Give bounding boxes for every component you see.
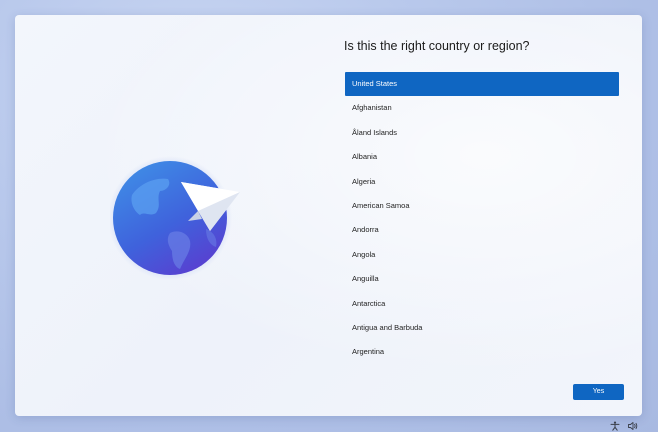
- accessibility-icon[interactable]: [609, 421, 621, 431]
- region-list-item[interactable]: American Samoa: [345, 194, 619, 218]
- region-list-item[interactable]: Afghanistan: [345, 96, 619, 120]
- region-list[interactable]: United States Afghanistan Åland Islands Alb…: [345, 72, 619, 372]
- region-list-item[interactable]: Angola: [345, 243, 619, 267]
- region-list-item[interactable]: Andorra: [345, 218, 619, 242]
- region-list-item[interactable]: Antarctica: [345, 292, 619, 316]
- region-list-item[interactable]: Åland Islands: [345, 121, 619, 145]
- yes-button[interactable]: Yes: [573, 384, 624, 400]
- region-list-item[interactable]: Algeria: [345, 170, 619, 194]
- globe-paper-plane-icon: [108, 155, 245, 285]
- region-list-item[interactable]: Anguilla: [345, 267, 619, 291]
- region-list-item[interactable]: Albania: [345, 145, 619, 169]
- page-title: Is this the right country or region?: [344, 39, 530, 53]
- region-list-item[interactable]: Argentina: [345, 340, 619, 364]
- region-list-item[interactable]: United States: [345, 72, 619, 97]
- region-list-item[interactable]: Antigua and Barbuda: [345, 316, 619, 340]
- setup-window: Is this the right country or region? Uni…: [15, 15, 642, 416]
- volume-icon[interactable]: [627, 421, 639, 431]
